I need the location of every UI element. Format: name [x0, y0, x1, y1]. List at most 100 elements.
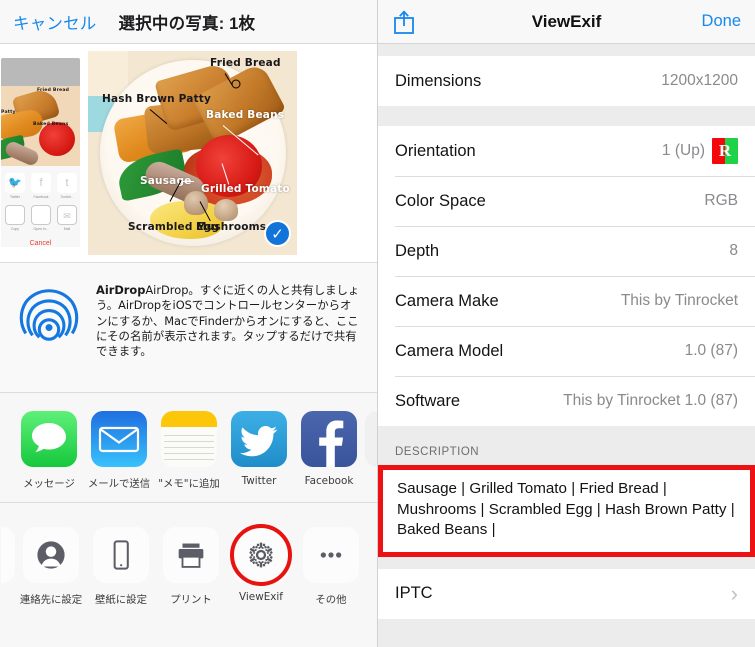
exif-value-group: 1 (Up) R — [662, 138, 738, 164]
exif-section-image-info: Orientation 1 (Up) R Color Space RGB Dep… — [378, 126, 755, 426]
checkmark-glyph: ✓ — [271, 225, 284, 243]
app-root: キャンセル 選択中の写真: 1枚 Fried Bread Patty Baked… — [0, 0, 755, 647]
facebook-icon — [301, 411, 357, 467]
annotation-mushrooms: Mushrooms — [196, 221, 267, 233]
action-peek-left[interactable] — [0, 527, 16, 583]
action-label: 壁紙に設定 — [95, 594, 147, 606]
exif-key: Software — [395, 391, 461, 410]
exif-value: This by Tinrocket — [620, 292, 738, 309]
share-sheet-title: 選択中の写真: 1枚 — [118, 14, 256, 33]
action-label: プリント — [170, 594, 212, 606]
exif-row-depth[interactable]: Depth 8 — [378, 226, 755, 276]
overflow-peek-icon — [365, 411, 377, 467]
thumb-copy-icon: Copy — [5, 205, 25, 231]
exif-value: 1200x1200 — [661, 72, 738, 89]
action-label: 連絡先に設定 — [19, 594, 83, 606]
thumb-label-fried-bread: Fried Bread — [37, 88, 70, 93]
list-gap-1 — [378, 106, 755, 126]
action-assign-contact[interactable]: 連絡先に設定 — [16, 527, 86, 606]
exif-section-iptc: IPTC — [378, 568, 755, 619]
share-target-label: "メモ"に追加 — [158, 478, 220, 490]
description-box[interactable]: Sausage | Grilled Tomato | Fried Bread |… — [378, 465, 755, 557]
thumb-photo-area: Fried Bread Patty Baked Beans — [1, 86, 80, 166]
exif-row-camera-model[interactable]: Camera Model 1.0 (87) — [378, 326, 755, 376]
viewexif-title: ViewExif — [531, 11, 602, 31]
annotation-grilled-tomato: Grilled Tomato — [201, 183, 290, 195]
photo-mushroom-2 — [214, 199, 238, 221]
exif-section-dimensions: Dimensions 1200x1200 — [378, 56, 755, 106]
exif-row-iptc[interactable]: IPTC — [378, 568, 755, 619]
share-target-label: メールで送信 — [87, 478, 151, 490]
highlight-ring — [230, 524, 292, 586]
action-set-wallpaper[interactable]: 壁紙に設定 — [86, 527, 156, 606]
wallpaper-icon — [93, 527, 149, 583]
exif-value: This by Tinrocket 1.0 (87) — [563, 392, 738, 409]
share-app-row: メッセージ メールで送信 "メモ"に追加 Twitter Facebook — [0, 393, 377, 503]
thumb-tomato — [39, 122, 75, 156]
share-target-twitter[interactable]: Twitter — [224, 411, 294, 487]
more-ellipsis-icon — [303, 527, 359, 583]
airdrop-description: AirDropAirDrop。すぐに近くの人と共有しましょう。AirDropをi… — [96, 281, 361, 392]
mail-icon — [91, 411, 147, 467]
photo-thumbnail-previous[interactable]: Fried Bread Patty Baked Beans 🐦 Twitter … — [1, 58, 80, 248]
action-label: その他 — [315, 594, 347, 606]
viewexif-snowflake-icon — [230, 524, 292, 586]
exif-row-camera-make[interactable]: Camera Make This by Tinrocket — [378, 276, 755, 326]
thumb-label-patty: Patty — [1, 110, 16, 115]
share-sheet-panel: キャンセル 選択中の写真: 1枚 Fried Bread Patty Baked… — [0, 0, 378, 647]
list-gap-bottom — [378, 618, 755, 639]
thumb-app-icons: 🐦 Twitter f Facebook t Tumblr... — [1, 166, 80, 201]
action-print[interactable]: プリント — [156, 527, 226, 606]
exif-row-dimensions[interactable]: Dimensions 1200x1200 — [378, 56, 755, 106]
description-section-header: DESCRIPTION — [378, 426, 755, 465]
iptc-label: IPTC — [395, 584, 433, 602]
thumb-twitter-label: Twitter — [10, 195, 20, 199]
viewexif-panel: ViewExif Done Dimensions 1200x1200 Orien… — [378, 0, 755, 647]
annotation-fried-bread: Fried Bread — [210, 57, 281, 69]
annotation-hash-brown-patty: Hash Brown Patty — [102, 93, 212, 105]
exif-row-software[interactable]: Software This by Tinrocket 1.0 (87) — [378, 376, 755, 426]
share-sheet-navbar: キャンセル 選択中の写真: 1枚 — [0, 0, 377, 44]
photo-thumbnail-selected[interactable]: Fried Bread Hash Brown Patty Baked Beans… — [88, 51, 297, 255]
thumb-cancel-label: Cancel — [1, 233, 80, 247]
messages-icon — [21, 411, 77, 467]
share-target-mail[interactable]: メールで送信 — [84, 411, 154, 490]
exif-row-orientation[interactable]: Orientation 1 (Up) R — [378, 126, 755, 176]
share-target-messages[interactable]: メッセージ — [14, 411, 84, 490]
share-action-row: 連絡先に設定 壁紙に設定 プリント ViewExif その他 — [0, 503, 377, 645]
photo-preview-strip: Fried Bread Patty Baked Beans 🐦 Twitter … — [0, 44, 377, 263]
share-target-notes[interactable]: "メモ"に追加 — [154, 411, 224, 490]
exif-value: 1.0 (87) — [684, 342, 738, 359]
thumb-app-row: 🐦 Twitter f Facebook t Tumblr... Copy Op… — [1, 166, 80, 247]
share-target-facebook[interactable]: Facebook — [294, 411, 364, 487]
done-button[interactable]: Done — [702, 12, 741, 31]
iptc-chevron-icon — [729, 583, 738, 605]
exif-row-color-space[interactable]: Color Space RGB — [378, 176, 755, 226]
airdrop-section[interactable]: AirDropAirDrop。すぐに近くの人と共有しましょう。AirDropをi… — [0, 263, 377, 393]
leader-sausage — [180, 181, 194, 182]
share-target-overflow[interactable] — [364, 411, 377, 467]
description-text: Sausage | Grilled Tomato | Fried Bread |… — [397, 480, 735, 538]
thumb-mail-icon: ✉ Mail — [57, 205, 77, 231]
thumb-tumblr-icon: t Tumblr... — [57, 173, 77, 199]
thumb-action-icons: Copy Open In... ✉ Mail — [1, 201, 80, 233]
notes-icon — [161, 411, 217, 467]
viewexif-navbar: ViewExif Done — [378, 0, 755, 44]
thumb-facebook-label: Facebook — [33, 195, 49, 199]
action-viewexif[interactable]: ViewExif — [226, 524, 296, 603]
exif-key: Depth — [395, 241, 440, 260]
exif-key: Camera Model — [395, 341, 504, 360]
exif-key: Dimensions — [395, 71, 482, 90]
twitter-icon — [231, 411, 287, 467]
share-target-label: Twitter — [241, 475, 277, 487]
cancel-button[interactable]: キャンセル — [13, 10, 97, 34]
list-gap-2 — [378, 556, 755, 569]
exif-key: Orientation — [395, 141, 476, 160]
airdrop-title: AirDrop — [96, 283, 146, 297]
list-gap-top — [378, 44, 755, 56]
action-peek-icon — [1, 527, 15, 583]
photo-selected-checkmark[interactable]: ✓ — [264, 220, 291, 247]
action-more[interactable]: その他 — [296, 527, 366, 606]
thumb-openin-label: Open In... — [33, 227, 49, 231]
exif-value: 1 (Up) — [661, 142, 705, 159]
